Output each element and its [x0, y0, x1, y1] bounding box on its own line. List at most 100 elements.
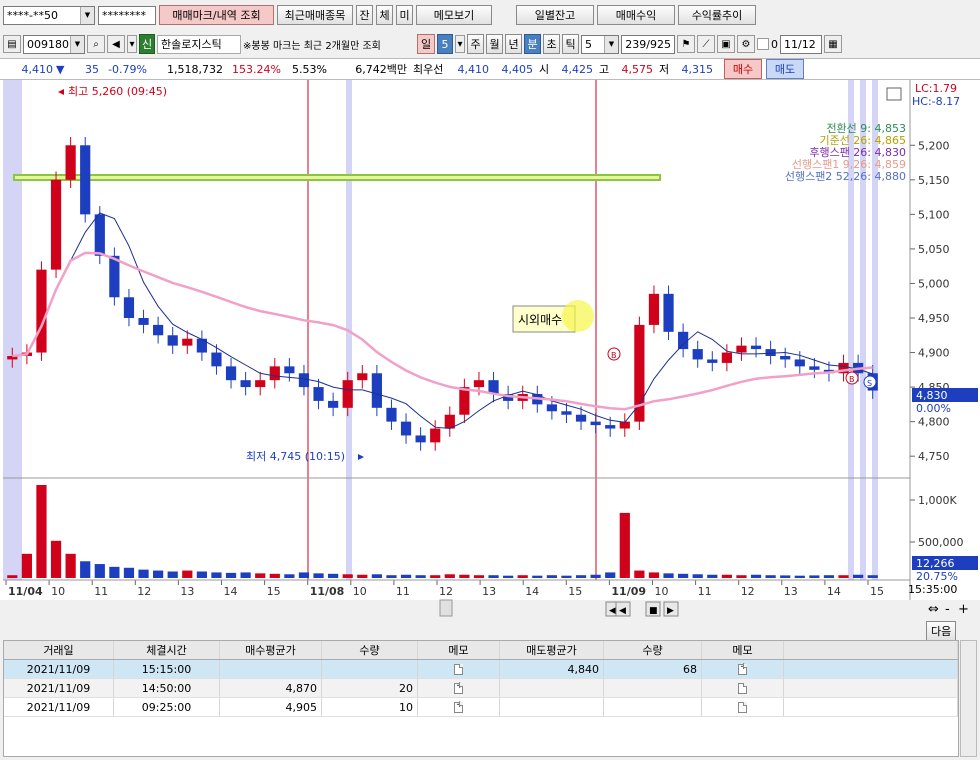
- memo-add-icon[interactable]: [454, 681, 464, 694]
- volume-bar: [634, 570, 645, 578]
- data-count-field: 239/925: [621, 34, 675, 54]
- top-toolbar: ****-**50 ▼ ******** 매매마크/내역 조회 최근매매종목 잔…: [0, 0, 980, 30]
- table-row[interactable]: 2021/11/09 14:50:00 4,870 20: [4, 679, 958, 698]
- search-icon[interactable]: ⌕: [87, 35, 105, 53]
- date-checkbox[interactable]: [757, 38, 769, 50]
- table-scrollbar[interactable]: [960, 640, 977, 757]
- period-minute-button[interactable]: 분: [524, 34, 541, 54]
- volume-bar: [780, 575, 791, 578]
- cell-time: 14:50:00: [114, 679, 220, 697]
- check-label: 0: [771, 37, 778, 51]
- period-tick-button[interactable]: 틱: [562, 34, 579, 54]
- zoom-control-icon: +: [958, 602, 969, 617]
- x-tick-label: 12: [741, 585, 755, 598]
- cell-sell-qty: 68: [604, 660, 702, 678]
- chevron-down-icon[interactable]: ▾: [127, 35, 137, 53]
- volume-bar: [386, 575, 397, 578]
- cell-buy-memo[interactable]: [418, 698, 500, 716]
- candle-body: [400, 421, 412, 436]
- price-chart[interactable]: 5,2005,1505,1005,0505,0004,9504,9004,850…: [0, 80, 980, 640]
- period-second-button[interactable]: 초: [543, 34, 560, 54]
- low-marker-label: 최저 4,745 (10:15): [246, 450, 345, 463]
- memo-view-button[interactable]: 메모보기: [416, 5, 492, 25]
- header-buy-avg: 매수평균가: [220, 641, 322, 659]
- volume-bar: [225, 572, 237, 578]
- save-icon[interactable]: ▣: [717, 35, 735, 53]
- candle-body: [794, 359, 805, 367]
- period-count-select[interactable]: 5: [437, 34, 453, 54]
- volume-bar: [80, 561, 91, 578]
- candle-body: [736, 345, 747, 353]
- interval-select[interactable]: 5 ▼: [581, 34, 619, 54]
- y-tick-label: 5,150: [918, 174, 950, 187]
- volume-bar: [721, 574, 732, 578]
- tooltip-text: 시외매수: [518, 313, 562, 327]
- chart-scroll-thumb[interactable]: [439, 599, 453, 617]
- candle-body: [240, 380, 251, 388]
- volume-bar: [138, 569, 149, 578]
- draw-line-icon[interactable]: ⟋: [697, 35, 715, 53]
- account-select[interactable]: ****-**50 ▼: [3, 5, 95, 25]
- candle-body: [809, 366, 820, 370]
- cell-sell-avg: [500, 679, 604, 697]
- executed-button[interactable]: 체: [376, 5, 393, 25]
- lc-label: LC:1.79: [915, 82, 957, 95]
- trade-profit-button[interactable]: 매매수익: [597, 5, 675, 25]
- volume-bar: [823, 575, 835, 578]
- password-field[interactable]: ********: [98, 5, 156, 25]
- memo-icon[interactable]: [454, 663, 463, 675]
- current-pct-label: 0.00%: [916, 402, 951, 415]
- stock-code-select[interactable]: 009180 ▼: [23, 34, 85, 54]
- cell-time: 09:25:00: [114, 698, 220, 716]
- candle-body: [36, 269, 47, 353]
- memo-icon[interactable]: [738, 701, 747, 713]
- date-field[interactable]: 11/12: [780, 34, 822, 54]
- table-row[interactable]: 2021/11/09 09:25:00 4,905 10: [4, 698, 958, 717]
- calendar-icon[interactable]: ▦: [824, 35, 842, 53]
- low-price: 4,315: [681, 62, 714, 76]
- volume-bar: [342, 574, 353, 578]
- session-band: [3, 80, 22, 580]
- balance-button[interactable]: 잔: [356, 5, 373, 25]
- return-trend-button[interactable]: 수익률추이: [678, 5, 756, 25]
- volume-bar: [619, 512, 630, 578]
- period-day-button[interactable]: 일: [417, 34, 435, 54]
- memo-add-icon[interactable]: [454, 700, 464, 713]
- speaker-icon[interactable]: ◀: [107, 35, 125, 53]
- volume-bar: [167, 571, 178, 578]
- memo-icon[interactable]: [738, 682, 747, 694]
- chart-tools-icon[interactable]: ⚑: [677, 35, 695, 53]
- sell-button[interactable]: 매도: [766, 59, 804, 79]
- cell-sell-memo[interactable]: [702, 698, 784, 716]
- nav-button-icon: ◀: [609, 606, 616, 616]
- daily-balance-button[interactable]: 일별잔고: [516, 5, 594, 25]
- trade-mark-history-button[interactable]: 매매마크/내역 조회: [159, 5, 274, 25]
- unfilled-button[interactable]: 미: [396, 5, 413, 25]
- cell-date: 2021/11/09: [4, 698, 114, 716]
- cell-buy-memo[interactable]: [418, 660, 500, 678]
- period-month-button[interactable]: 월: [486, 34, 503, 54]
- volume-bar: [36, 485, 47, 578]
- candle-body: [225, 366, 237, 381]
- high-price: 4,575: [621, 62, 654, 76]
- chevron-down-icon[interactable]: ▾: [455, 35, 465, 53]
- nav-button-icon: ■: [649, 606, 658, 616]
- recent-trades-button[interactable]: 최근매매종목: [277, 5, 353, 25]
- cell-buy-memo[interactable]: [418, 679, 500, 697]
- next-button[interactable]: 다음: [926, 621, 957, 641]
- cell-sell-memo[interactable]: [702, 660, 784, 678]
- volume-bar: [707, 574, 718, 578]
- x-tick-label: 11/08: [310, 585, 345, 598]
- buy-button[interactable]: 매수: [724, 59, 762, 79]
- gear-icon[interactable]: ⚙: [737, 35, 755, 53]
- chart-settings-icon[interactable]: [886, 87, 902, 101]
- memo-add-icon[interactable]: [738, 662, 748, 675]
- nav-button-icon: ◀: [619, 606, 626, 616]
- menu-icon[interactable]: ▤: [3, 35, 21, 53]
- best-bid: 4,405: [501, 62, 534, 76]
- cell-sell-memo[interactable]: [702, 679, 784, 697]
- period-year-button[interactable]: 년: [505, 34, 522, 54]
- period-week-button[interactable]: 주: [467, 34, 484, 54]
- table-row[interactable]: 2021/11/09 15:15:00 4,840 68: [4, 660, 958, 679]
- y-tick-label: 4,800: [918, 416, 950, 429]
